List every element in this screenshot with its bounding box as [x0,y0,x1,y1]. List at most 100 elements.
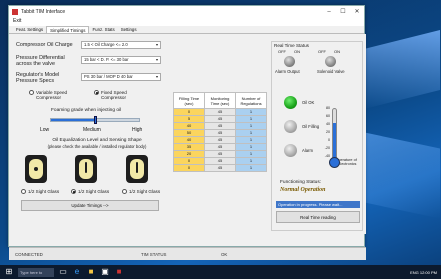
tab-simplified-timings[interactable]: Simplified Timings [46,26,90,33]
real-time-reading-button[interactable]: Real Time reading [276,211,360,223]
regulator-body-round-icon[interactable] [25,155,47,183]
table-cell: 45 [204,164,236,172]
taskbar: ⊞ Type here to search ▭ e ■ ▣ ■ ENG 12:0… [0,265,441,279]
switch1-on: ON [294,49,300,54]
app-window: Tabbit TIM Interface – ☐ ✕ Exit Feat. Se… [8,5,366,260]
foaming-slider-thumb[interactable] [93,116,97,124]
alarm-output-toggle-icon[interactable] [284,56,295,67]
sight-glass-radio-2[interactable]: 1/2 Sight Glass [71,189,109,194]
wallpaper-light-beam [360,30,440,110]
status-tim: TIM STATUS [141,252,167,257]
fixed-speed-text: Fixed Speed Compressor [101,90,127,100]
status-connected: CONNECTED [15,252,43,257]
minimize-icon[interactable]: – [322,9,336,15]
oil-filling-label: Oil Filling [302,124,320,129]
table-cell: 1 [235,150,267,158]
edge-browser-icon[interactable]: e [72,267,82,277]
functioning-value: Normal Operation [280,187,326,193]
foaming-slider-fill [51,119,95,121]
table-row: 20 45 1 [173,150,267,158]
alarm-output-label: Alarm Output [275,69,300,74]
table-cell: 45 [204,115,236,123]
compressor-oil-value: 1.5 < Oil Charge <= 2.0 [84,42,128,47]
regulator-sight-bar [85,162,87,173]
pressure-label: Pressure Differential across the valve [16,55,65,67]
table-cell: 1 [235,122,267,130]
file-explorer-icon[interactable]: ■ [86,267,96,277]
solenoid-valve-label: Solenoid Valve [317,69,345,74]
thermometer-bulb [329,157,340,168]
thermometer-tick: -20 [324,146,330,150]
table-cell: 1 [235,164,267,172]
compressor-oil-select[interactable]: 1.5 < Oil Charge <= 2.0 ▾ [81,41,161,49]
sight-glass-text-3: 1/2 Sight Glass [129,189,161,194]
tab-feat-settings[interactable]: Feat. Settings [13,26,46,33]
store-icon[interactable]: ▣ [100,267,110,277]
thermometer-tick: 60 [326,114,330,118]
table-cell: 5 [173,115,205,123]
maximize-icon[interactable]: ☐ [336,8,350,15]
regulator-select[interactable]: PS 30 bar / MOP D 40 bar ▾ [81,73,161,81]
radio-button-icon [21,189,26,194]
alarm-led-icon [284,144,297,157]
system-tray: ENG 12:00 PM [410,269,437,275]
windows-start-icon[interactable]: ⊞ [4,267,14,277]
fixed-speed-radio[interactable]: Fixed Speed Compressor [94,90,127,100]
pressure-label-line2: across the valve [16,61,55,67]
tab-settings[interactable]: Settings [118,26,140,33]
thermometer-fill [333,123,336,159]
table-cell: 50 [173,129,205,137]
real-time-panel: Real Time Status OFF ON Alarm Output OFF… [271,41,363,231]
foaming-high: High [132,127,143,133]
thermometer-tick: 40 [326,122,330,126]
oil-ok-led-icon [284,96,297,109]
table-cell: 1 [235,136,267,144]
pressure-select[interactable]: 15 bar < D. P. <= 30 bar ▾ [81,56,161,64]
app-taskbar-icon[interactable]: ■ [114,267,124,277]
table-row: 0 45 1 [173,108,267,116]
thermometer-tick: 20 [326,130,330,134]
task-view-icon[interactable]: ▭ [58,267,68,277]
menu-exit[interactable]: Exit [13,18,21,24]
close-icon[interactable]: ✕ [350,8,364,15]
regulator-body-half-icon[interactable] [75,155,97,183]
window-title: Tabbit TIM Interface [21,8,66,15]
table-cell: 45 [204,129,236,137]
variable-speed-text: Variable Speed Compressor [36,90,68,100]
solenoid-valve-toggle-icon[interactable] [325,56,336,67]
sight-glass-radio-1[interactable]: 1/2 Sight Glass [21,189,59,194]
foaming-slider[interactable] [50,116,140,124]
table-cell: 1 [235,143,267,151]
sight-glass-radio-3[interactable]: 1/2 Sight Glass [122,189,160,194]
switch2-off: OFF [318,49,326,54]
radio-button-selected-icon [71,189,76,194]
regulator-label: Regulator's Model Pressure Specs [16,72,59,84]
header-monitoring-time: Monitoring Time (sec) [204,92,236,109]
table-row: 5 45 1 [173,115,267,123]
thermometer-tick: 80 [326,106,330,110]
table-cell: 45 [204,122,236,130]
app-icon [12,8,18,15]
radio-button-icon [29,90,34,95]
sight-glass-text-1: 1/2 Sight Glass [28,189,60,194]
tab-funz-stats[interactable]: Funz. Stats [89,26,117,33]
regulator-body-full-icon[interactable] [126,155,148,183]
status-bar: CONNECTED TIM STATUS OK [9,247,366,260]
table-cell: 45 [204,136,236,144]
table-cell: 0 [173,157,205,165]
regulator-value: PS 30 bar / MOP D 40 bar [84,74,133,79]
main-content: Compressor Oil Charge 1.5 < Oil Charge <… [9,34,366,260]
table-cell: 45 [204,143,236,151]
table-row: 50 45 1 [173,129,267,137]
variable-speed-radio[interactable]: Variable Speed Compressor [29,90,67,100]
table-cell: 40 [173,136,205,144]
table-cell: 1 [235,115,267,123]
table-cell: 0 [173,108,205,116]
pressure-value: 15 bar < D. P. <= 30 bar [84,57,129,62]
wallpaper-light-beam [360,131,440,219]
oil-ok-label: Oil OK [302,100,315,105]
table-row: 35 45 1 [173,143,267,151]
status-ok: OK [221,252,228,257]
taskbar-search[interactable]: Type here to search [18,267,54,279]
update-timings-button[interactable]: Update Timings --> [21,200,159,211]
